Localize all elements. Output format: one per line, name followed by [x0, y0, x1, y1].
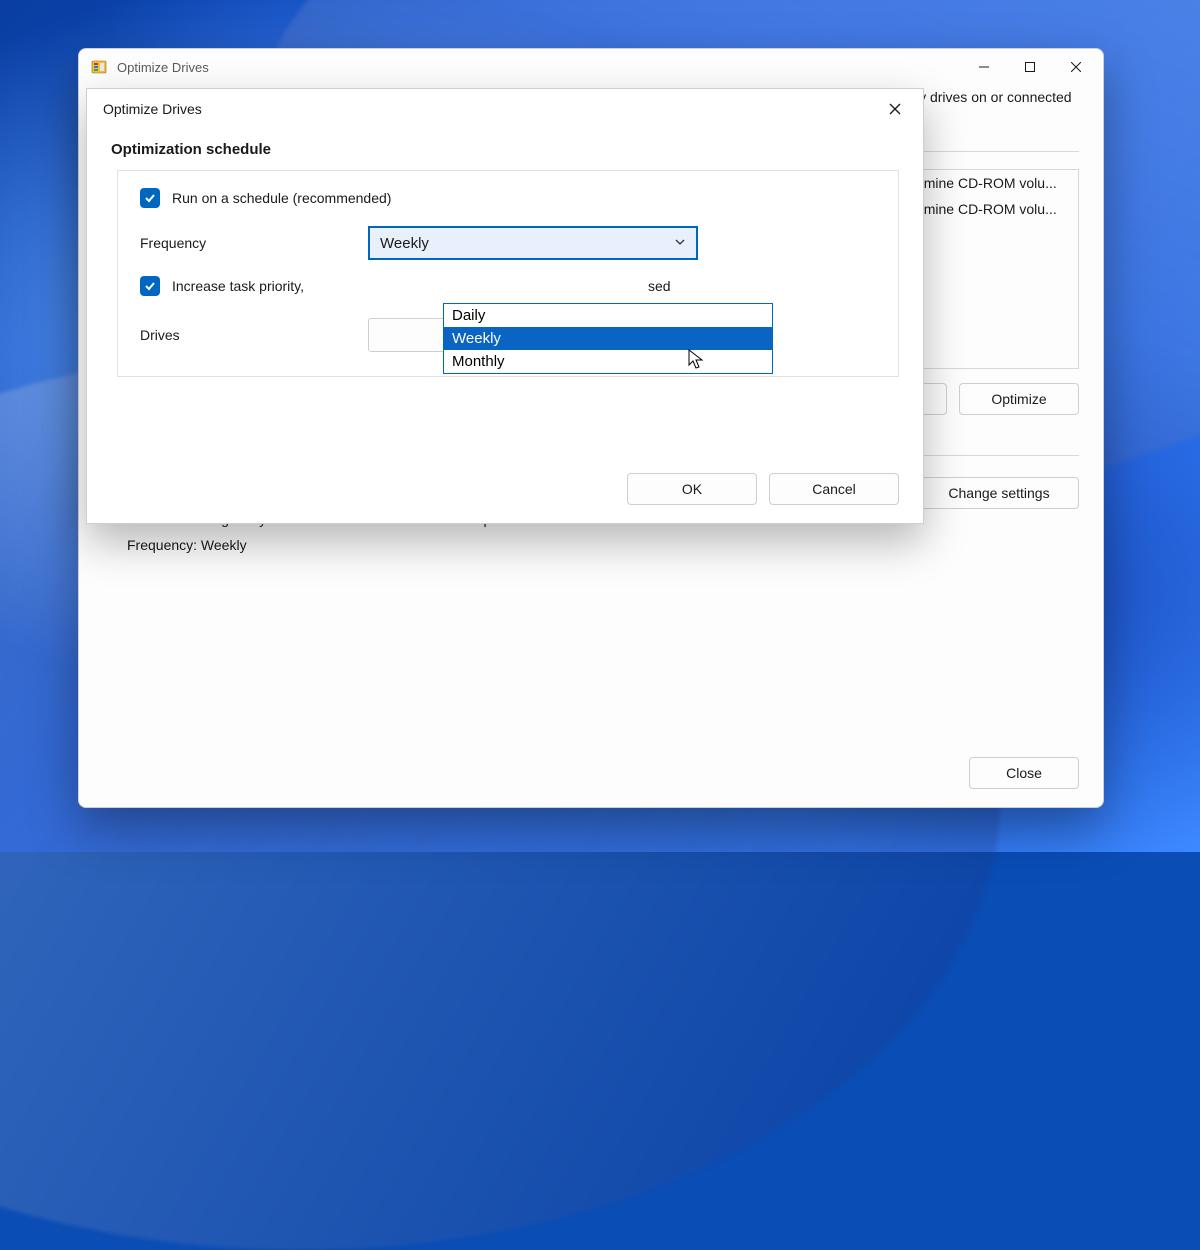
schedule-section-title: Optimization schedule	[111, 141, 899, 158]
dialog-close-button[interactable]	[875, 93, 915, 125]
app-icon	[91, 59, 107, 75]
close-main-button[interactable]: Close	[969, 757, 1079, 789]
increase-priority-checkbox[interactable]	[140, 276, 160, 296]
maximize-button[interactable]	[1007, 51, 1053, 83]
frequency-option-weekly[interactable]: Weekly	[444, 327, 772, 350]
dialog-titlebar: Optimize Drives	[87, 89, 923, 129]
run-schedule-checkbox[interactable]	[140, 188, 160, 208]
mouse-cursor-icon	[688, 349, 708, 376]
priority-tail-text: sed	[648, 278, 671, 294]
run-schedule-label: Run on a schedule (recommended)	[172, 190, 391, 206]
frequency-label: Frequency	[140, 235, 368, 251]
dialog-title: Optimize Drives	[103, 101, 202, 117]
frequency-value: Weekly	[380, 235, 429, 252]
optimize-button[interactable]: Optimize	[959, 383, 1079, 415]
drives-label: Drives	[140, 327, 368, 343]
ok-button[interactable]: OK	[627, 473, 757, 505]
schedule-dialog: Optimize Drives Optimization schedule Ru…	[86, 88, 924, 524]
frequency-select[interactable]: Weekly	[368, 226, 698, 260]
change-settings-button[interactable]: Change settings	[919, 477, 1079, 509]
increase-priority-label: Increase task priority,	[172, 278, 304, 294]
frequency-option-monthly[interactable]: Monthly	[444, 350, 772, 373]
window-titlebar: Optimize Drives	[79, 49, 1103, 85]
window-title: Optimize Drives	[117, 60, 209, 75]
frequency-option-daily[interactable]: Daily	[444, 304, 772, 327]
close-button[interactable]	[1053, 51, 1099, 83]
chevron-down-icon	[674, 235, 686, 252]
cancel-button[interactable]: Cancel	[769, 473, 899, 505]
frequency-dropdown[interactable]: Daily Weekly Monthly	[443, 303, 773, 374]
minimize-button[interactable]	[961, 51, 1007, 83]
schedule-frequency: Frequency: Weekly	[127, 532, 1075, 559]
